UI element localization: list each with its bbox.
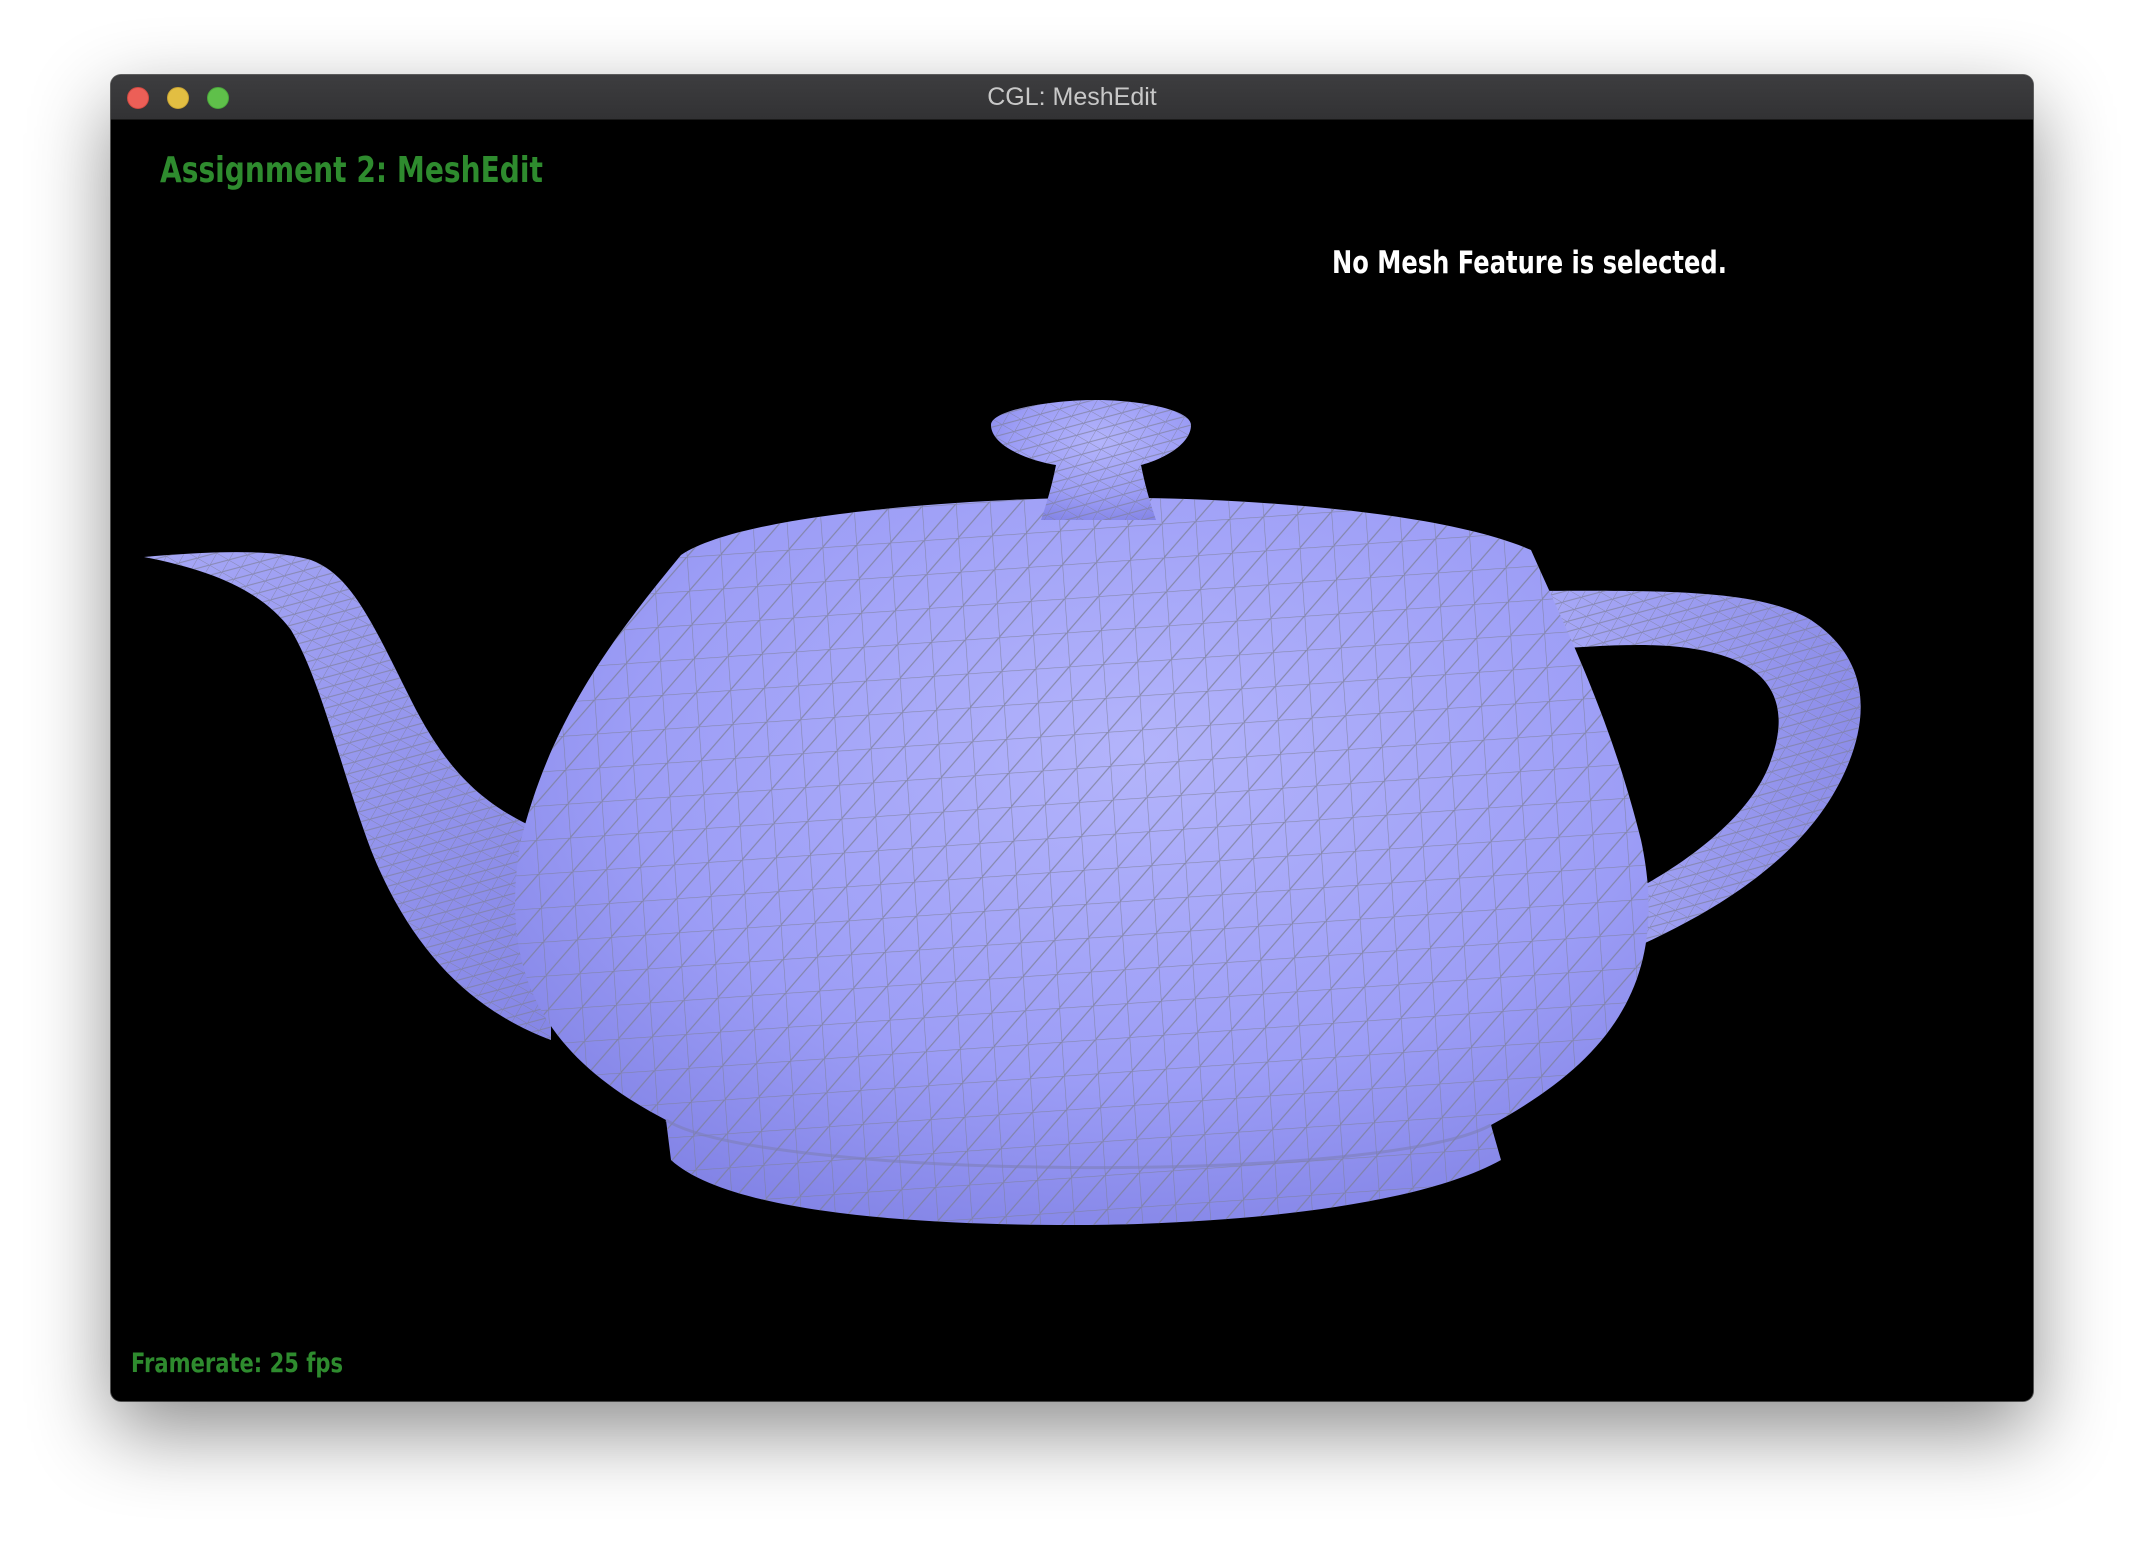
window-title: CGL: MeshEdit <box>987 83 1157 111</box>
framerate-readout: Framerate: 25 fps <box>131 1348 343 1379</box>
teapot-spout <box>144 552 551 1040</box>
app-window: CGL: MeshEdit Assignment 2: MeshEdit No … <box>111 75 2033 1401</box>
selection-status: No Mesh Feature is selected. <box>1332 245 1727 281</box>
teapot-mesh[interactable] <box>111 120 2033 1401</box>
assignment-heading: Assignment 2: MeshEdit <box>160 150 543 191</box>
teapot-body <box>515 497 1649 1225</box>
mesh-viewport[interactable]: Assignment 2: MeshEdit No Mesh Feature i… <box>111 120 2033 1401</box>
title-bar[interactable]: CGL: MeshEdit <box>111 75 2033 120</box>
